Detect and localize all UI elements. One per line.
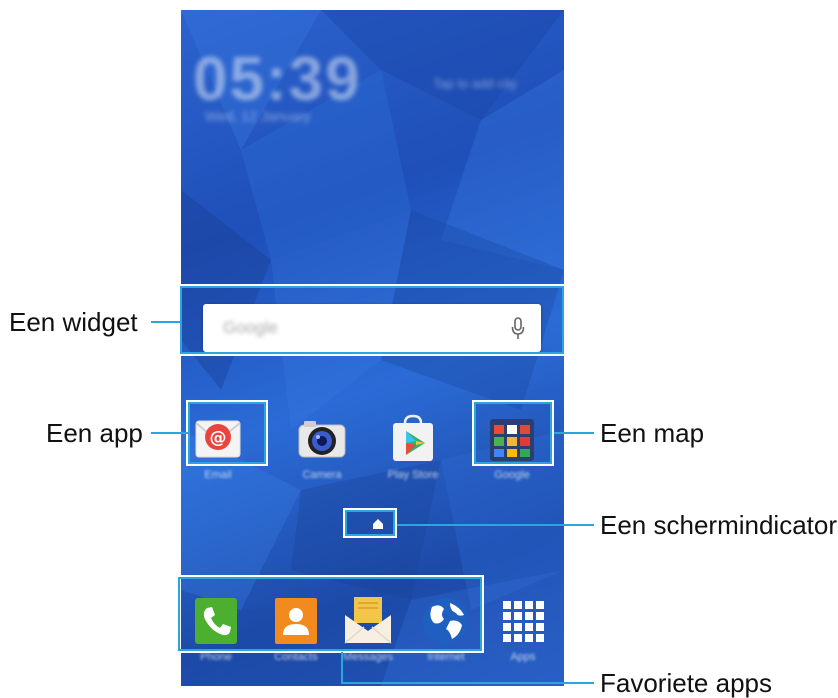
app-callout-label: Een app (46, 418, 143, 448)
app-highlight (186, 400, 268, 466)
favorites-callout-line-vertical (341, 652, 343, 683)
dock-apps[interactable]: Apps (486, 595, 560, 663)
favorites-highlight (176, 575, 484, 653)
screen-indicator-callout-label: Een schermindicator (600, 510, 837, 540)
apps-grid-icon (497, 595, 549, 647)
app-label: Email (204, 469, 232, 481)
folder-callout-label: Een map (600, 418, 705, 448)
screen-indicator-callout-line (397, 524, 594, 526)
favorites-callout-line-horizontal (341, 682, 594, 684)
folder-callout-line (554, 432, 594, 434)
app-camera[interactable]: Camera (285, 413, 359, 481)
weather-widget-label[interactable]: Tap to add city (433, 76, 517, 91)
app-label: Apps (510, 651, 536, 663)
camera-icon (296, 413, 348, 465)
screen-indicator-highlight (343, 508, 397, 538)
widget-callout-line (151, 321, 181, 323)
app-label: Camera (302, 469, 342, 481)
lockscreen-clock: 05:39 (193, 45, 362, 114)
play-store-icon (387, 413, 439, 465)
app-callout-line (151, 432, 188, 434)
favorites-callout-label: Favoriete apps (600, 668, 772, 698)
app-label: Play Store (387, 469, 439, 481)
widget-callout-label: Een widget (9, 307, 138, 337)
app-label: Google (494, 469, 530, 481)
app-play-store[interactable]: Play Store (376, 413, 450, 481)
widget-highlight (178, 284, 566, 356)
lockscreen-date: Wed, 12 January (205, 108, 311, 124)
folder-highlight (472, 400, 554, 466)
